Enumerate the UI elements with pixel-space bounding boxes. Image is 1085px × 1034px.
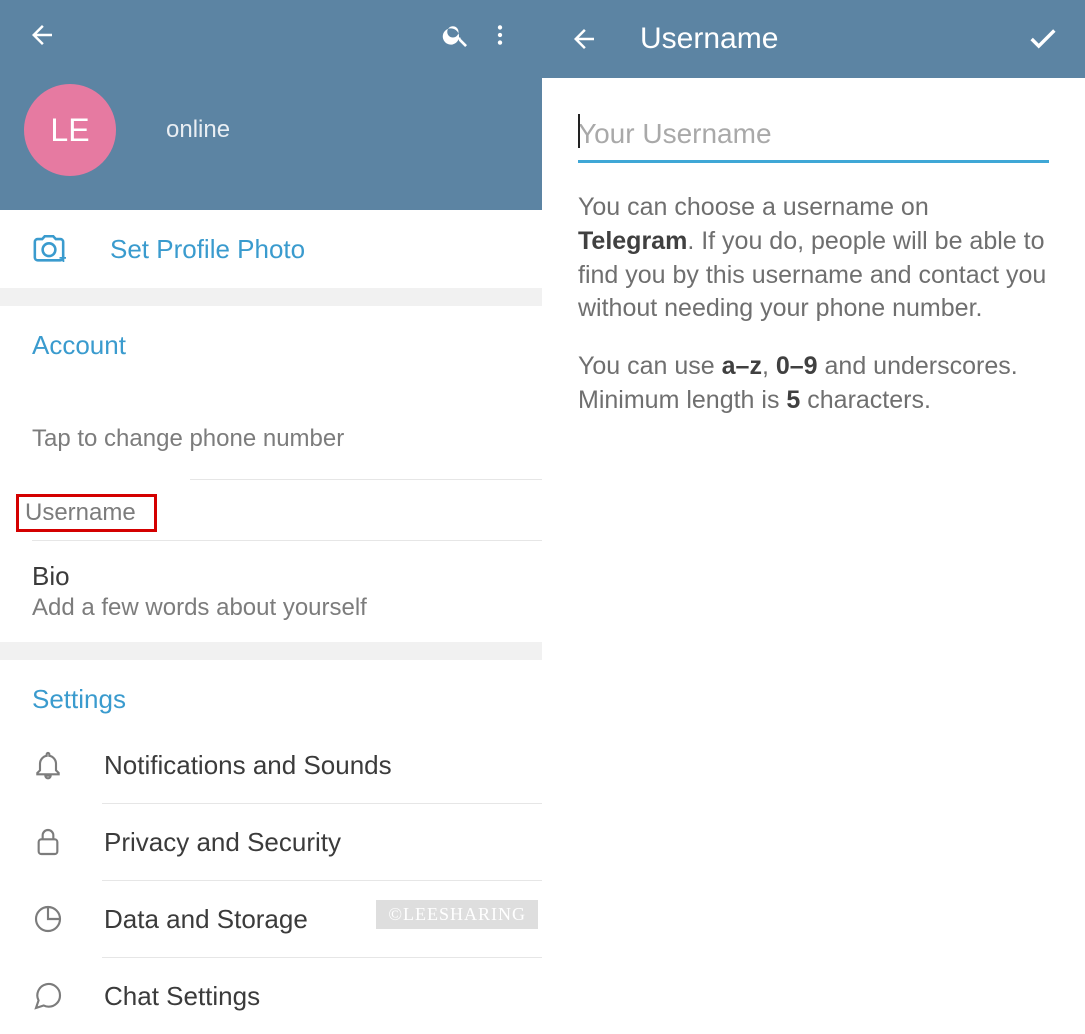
settings-privacy-row[interactable]: Privacy and Security [0, 804, 542, 880]
text-cursor [578, 114, 580, 148]
svg-text:+: + [59, 250, 66, 266]
settings-item-label: Data and Storage [104, 904, 308, 935]
divider-gap [0, 642, 542, 660]
lock-icon [32, 826, 64, 858]
settings-item-label: Chat Settings [104, 981, 260, 1012]
description-1: You can choose a username on Telegram. I… [578, 191, 1049, 326]
username-placeholder: Your Username [578, 118, 772, 149]
settings-item-label: Privacy and Security [104, 827, 341, 858]
confirm-button[interactable] [1021, 17, 1065, 61]
settings-item-label: Notifications and Sounds [104, 750, 392, 781]
bio-hint: Add a few words about yourself [32, 594, 510, 622]
settings-chat-row[interactable]: Chat Settings [0, 958, 542, 1034]
watermark: ©LEESHARING [376, 900, 538, 929]
avatar[interactable]: LE [24, 84, 116, 176]
more-vertical-icon [487, 22, 513, 48]
bio-label: Bio [32, 561, 510, 592]
topbar: Username [542, 0, 1085, 78]
phone-number-row[interactable]: Tap to change phone number [0, 373, 542, 479]
more-button[interactable] [478, 13, 522, 57]
avatar-initials: LE [50, 112, 89, 149]
username-edit-screen: Username Your Username You can choose a … [542, 0, 1085, 1011]
divider-gap [0, 288, 542, 306]
pie-chart-icon [32, 903, 64, 935]
username-row[interactable]: Username [0, 480, 542, 540]
back-button[interactable] [20, 13, 64, 57]
arrow-left-icon [27, 20, 57, 50]
bell-icon [32, 749, 64, 781]
settings-notifications-row[interactable]: Notifications and Sounds [0, 727, 542, 803]
status-text: online [166, 116, 230, 144]
profile-header: LE online [0, 0, 542, 210]
bio-row[interactable]: Bio Add a few words about yourself [0, 541, 542, 642]
section-title-account: Account [0, 306, 542, 373]
page-title: Username [640, 22, 1021, 56]
topbar [0, 0, 542, 70]
username-label: Username [25, 499, 136, 526]
set-profile-photo-label: Set Profile Photo [110, 234, 305, 265]
description-2: You can use a–z, 0–9 and underscores. Mi… [578, 350, 1049, 418]
highlight-box: Username [16, 494, 157, 532]
chat-bubble-icon [32, 980, 64, 1012]
check-icon [1026, 22, 1060, 56]
section-title-settings: Settings [0, 660, 542, 727]
username-input[interactable]: Your Username [578, 110, 1049, 163]
settings-screen: LE online + Set Profile Photo Account Ta… [0, 0, 542, 1011]
search-button[interactable] [434, 13, 478, 57]
set-profile-photo-row[interactable]: + Set Profile Photo [0, 210, 542, 288]
content: Your Username You can choose a username … [542, 78, 1085, 474]
phone-hint: Tap to change phone number [32, 425, 510, 453]
camera-add-icon: + [32, 232, 66, 266]
back-button[interactable] [562, 17, 606, 61]
search-icon [441, 20, 471, 50]
avatar-row: LE online [0, 70, 542, 190]
arrow-left-icon [569, 24, 599, 54]
